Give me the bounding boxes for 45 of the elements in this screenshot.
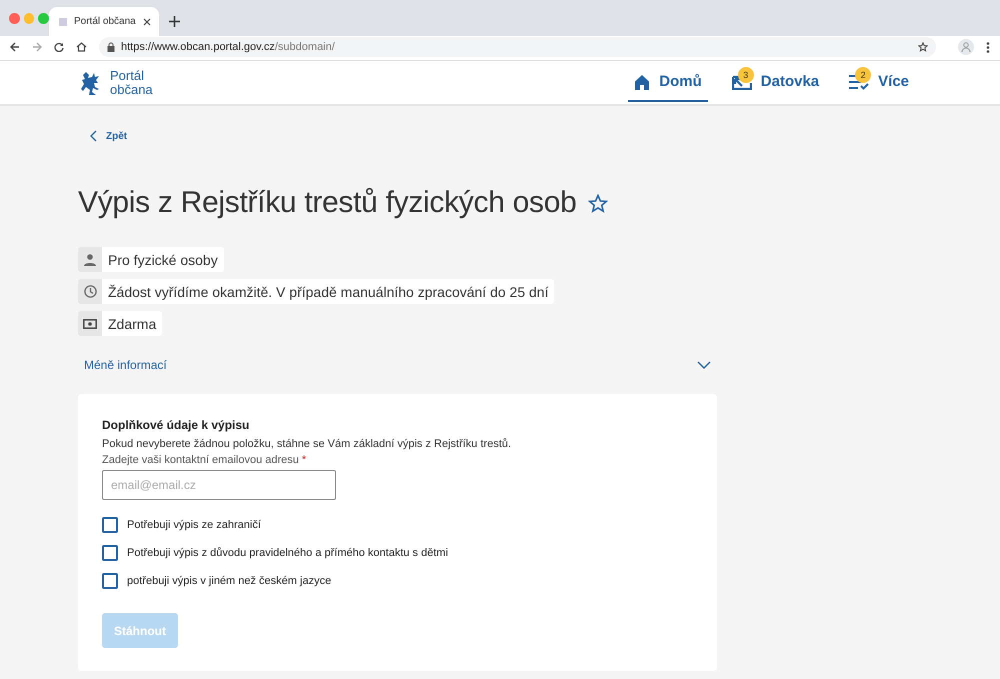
favorite-star-icon[interactable] bbox=[588, 194, 608, 212]
checkbox-label[interactable]: Potřebuji výpis z důvodu pravidelného a přímého kontaktu s dětmi bbox=[127, 547, 448, 559]
banknote-icon bbox=[83, 318, 97, 328]
count-badge: 3 bbox=[738, 67, 754, 83]
nav-tab[interactable]: 3 Datovka bbox=[726, 63, 826, 102]
close-icon[interactable] bbox=[143, 18, 151, 26]
lock-icon bbox=[107, 42, 115, 52]
nav-tab[interactable]: Domů bbox=[628, 63, 708, 102]
reload-icon[interactable] bbox=[54, 42, 64, 52]
arrow-box-icon bbox=[732, 74, 752, 90]
page-title: Výpis z Rejstříku trestů fyzických osob bbox=[78, 186, 576, 220]
count-badge: 2 bbox=[855, 67, 872, 83]
favicon-icon bbox=[59, 18, 67, 26]
clock-icon bbox=[84, 285, 96, 298]
chevron-left-icon bbox=[90, 130, 97, 142]
chevron-icon[interactable] bbox=[697, 361, 711, 369]
bookmark-star-icon[interactable] bbox=[918, 42, 928, 52]
more-menu-icon[interactable] bbox=[986, 42, 990, 52]
home-icon[interactable] bbox=[76, 42, 87, 52]
lion-logo-drawing[interactable] bbox=[80, 70, 102, 96]
address-bar[interactable]: https://www.obcan.portal.gov.cz/subdomain/ bbox=[99, 37, 936, 57]
profile-avatar-icon[interactable] bbox=[958, 39, 974, 55]
checkbox-label[interactable]: potřebuji výpis v jiném než českém jazyce bbox=[127, 575, 332, 587]
home-icon bbox=[634, 74, 650, 90]
checkbox-label[interactable]: Potřebuji výpis ze zahraničí bbox=[127, 519, 261, 531]
nav-tab[interactable]: 2 Více bbox=[843, 63, 915, 102]
checkbox[interactable] bbox=[102, 545, 118, 561]
checkbox[interactable] bbox=[102, 517, 118, 533]
email-field[interactable]: email@email.cz bbox=[102, 470, 336, 500]
less-info-link[interactable]: Méně informací bbox=[84, 358, 167, 372]
checkbox[interactable] bbox=[102, 573, 118, 589]
person-icon bbox=[84, 254, 96, 266]
info-text: Zdarma bbox=[102, 311, 162, 336]
form-note: Pokud nevyberete žádnou položku, stáhne se Vám základní výpis z Rejstříku trestů. bbox=[102, 438, 512, 450]
field-label: Zadejte vaši kontaktní emailovou adresu bbox=[102, 454, 299, 466]
site-logo-text[interactable]: Portál občana bbox=[110, 68, 153, 96]
checklist-icon bbox=[849, 74, 870, 90]
back-link[interactable]: Zpět bbox=[90, 128, 717, 144]
browser-tab[interactable]: Portál občana bbox=[49, 7, 159, 36]
info-text: Pro fyzické osoby bbox=[102, 247, 224, 272]
back-arrow-icon[interactable] bbox=[10, 42, 20, 52]
required-mark: * bbox=[302, 454, 306, 466]
info-text: Žádost vyřídíme okamžitě. V případě manuálního zpracování do 25 dní bbox=[102, 279, 554, 304]
new-tab-icon[interactable] bbox=[169, 16, 180, 27]
form-heading: Doplňkové údaje k výpisu bbox=[102, 418, 250, 432]
